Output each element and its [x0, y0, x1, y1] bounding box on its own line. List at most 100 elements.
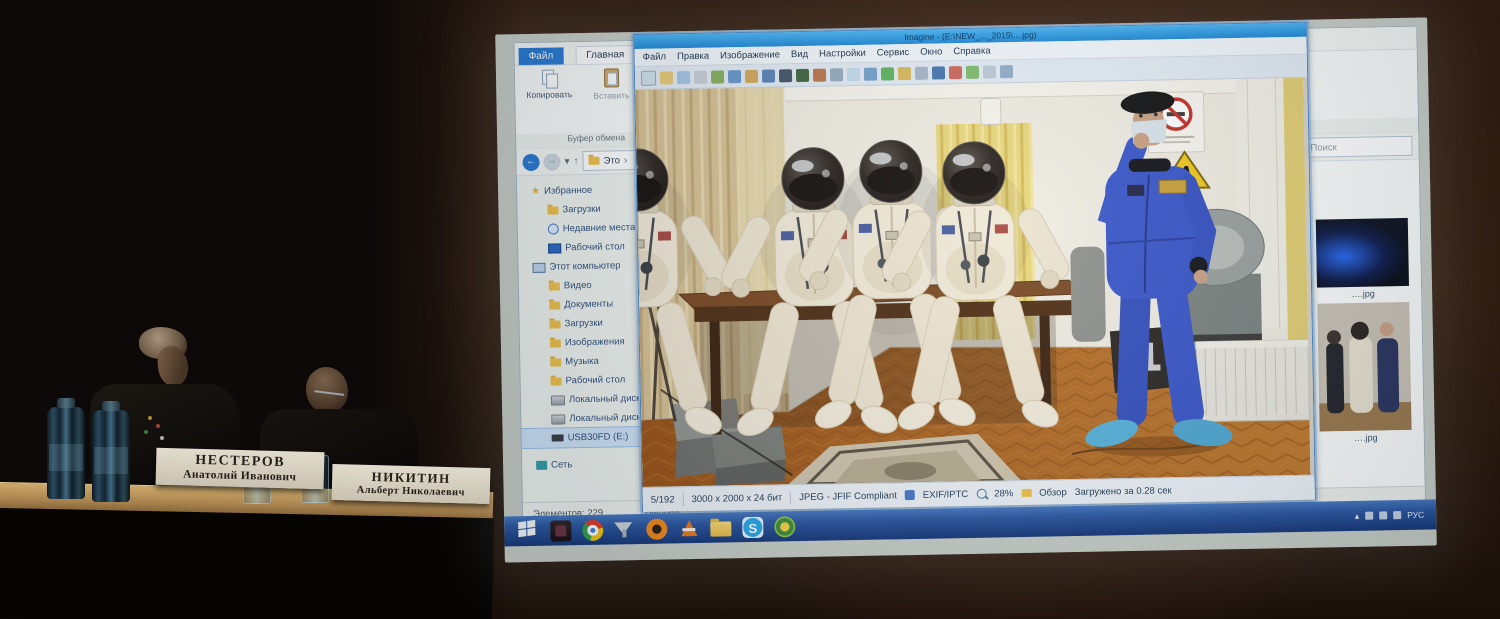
skype-icon[interactable]: [742, 516, 763, 537]
load-time: Загружено за 0.28 сек: [1075, 485, 1172, 498]
dark-app-icon[interactable]: [550, 520, 571, 541]
menu-window[interactable]: Окно: [920, 46, 942, 57]
desktop-icon: [548, 243, 561, 253]
viewer-toolbar-icon[interactable]: [830, 68, 843, 81]
divider: [682, 493, 683, 506]
zoom-level[interactable]: 28%: [994, 488, 1013, 499]
tray-expand-icon[interactable]: ▴: [1355, 510, 1360, 521]
tree-item-recent[interactable]: Недавние места: [518, 218, 636, 239]
viewer-toolbar-icon[interactable]: [694, 70, 707, 83]
menu-image[interactable]: Изображение: [720, 49, 780, 61]
file-thumbnail-dark[interactable]: [1316, 218, 1409, 288]
viewer-toolbar-icon[interactable]: [796, 68, 809, 81]
orange-circle-app-icon[interactable]: [646, 518, 667, 539]
projection-screen: Файл Главная Поде Копировать Вставить Вы: [495, 18, 1437, 563]
viewer-toolbar-icon[interactable]: [762, 69, 775, 82]
computer-icon: [532, 262, 545, 272]
browse-icon: [1021, 489, 1031, 497]
viewer-toolbar-icon[interactable]: [864, 67, 877, 80]
exif-label[interactable]: EXIF/IPTC: [923, 488, 969, 500]
tray-icon[interactable]: [1365, 512, 1373, 520]
viewer-toolbar-icon[interactable]: [711, 70, 724, 83]
back-button[interactable]: ←: [522, 153, 539, 170]
file-name[interactable]: ….jpg: [1317, 288, 1409, 302]
wall-socket: [980, 98, 1000, 124]
nameplate-nesterov: НЕСТЕРОВ Анатолий Иванович: [156, 448, 325, 489]
tree-item-documents[interactable]: Документы: [519, 294, 637, 315]
tray-icon[interactable]: [1393, 511, 1401, 519]
paste-button[interactable]: Вставить: [583, 68, 640, 133]
flower-app-icon[interactable]: [774, 516, 795, 537]
browse-label[interactable]: Обзор: [1039, 487, 1067, 499]
disk-icon: [551, 414, 565, 424]
conference-room-photo: НЕСТЕРОВ Анатолий Иванович НИКИТИН Альбе…: [0, 0, 1500, 619]
tree-item-video[interactable]: Видео: [519, 275, 637, 296]
tree-item-disk-d[interactable]: Локальный диск (D: [521, 408, 639, 429]
photo-canvas[interactable]: [635, 78, 1314, 487]
viewer-toolbar-icon[interactable]: [745, 69, 758, 82]
file-name[interactable]: ….jpg: [1320, 432, 1412, 446]
viewer-toolbar-icon[interactable]: [898, 66, 911, 79]
viewer-toolbar-icon[interactable]: [813, 68, 826, 81]
viewer-toolbar-icon[interactable]: [983, 65, 996, 78]
menu-file[interactable]: Файл: [643, 51, 667, 62]
viewer-toolbar-icon[interactable]: [847, 67, 860, 80]
medal: [160, 436, 164, 440]
viewer-toolbar-icon[interactable]: [966, 65, 979, 78]
water-bottle: [47, 407, 85, 499]
search-input[interactable]: Поиск: [1304, 136, 1412, 158]
copy-button[interactable]: Копировать: [521, 69, 578, 134]
funnel-app-icon[interactable]: [614, 519, 635, 540]
tree-item-pictures[interactable]: Изображения: [520, 332, 638, 353]
tree-item-usb-drive[interactable]: USB30FD (E:): [521, 427, 639, 448]
tab-home[interactable]: Главная: [575, 45, 635, 64]
language-indicator[interactable]: РУС: [1407, 510, 1424, 520]
vlc-cone-icon[interactable]: [678, 517, 699, 538]
folder-icon: [547, 206, 558, 214]
tree-item-favorites[interactable]: ★Избранное: [517, 180, 635, 201]
tree-item-downloads-2[interactable]: Загрузки: [519, 313, 637, 334]
start-button[interactable]: [518, 520, 539, 541]
file-thumbnail-photo[interactable]: [1317, 302, 1411, 432]
file-explorer-icon[interactable]: [710, 521, 731, 536]
viewer-toolbar-icon[interactable]: [881, 67, 894, 80]
viewer-toolbar-icon[interactable]: [932, 66, 945, 79]
paste-icon: [603, 68, 618, 87]
menu-tools[interactable]: Сервис: [877, 47, 910, 59]
armchair: [1070, 246, 1106, 342]
viewer-toolbar-icon[interactable]: [660, 71, 673, 84]
tree-item-downloads[interactable]: Загрузки: [517, 199, 635, 220]
viewer-toolbar-icon[interactable]: [677, 71, 690, 84]
tree-item-desktop[interactable]: Рабочий стол: [518, 237, 636, 258]
network-icon: [536, 461, 547, 470]
viewer-toolbar-icon[interactable]: [915, 66, 928, 79]
viewer-toolbar-icon[interactable]: [641, 70, 656, 85]
tree-item-music[interactable]: Музыка: [520, 351, 638, 372]
menu-edit[interactable]: Правка: [677, 51, 709, 63]
viewer-toolbar-icon[interactable]: [949, 66, 962, 79]
exif-icon: [905, 490, 915, 500]
tray-icon[interactable]: [1379, 511, 1387, 519]
tree-item-disk-c[interactable]: Локальный диск (C: [521, 389, 639, 410]
menu-help[interactable]: Справка: [953, 46, 990, 58]
history-chevron-icon[interactable]: ▾: [564, 156, 569, 167]
image-dimensions: 3000 x 2000 x 24 бит: [691, 492, 782, 505]
chrome-icon[interactable]: [582, 519, 603, 540]
forward-button[interactable]: →: [543, 153, 560, 170]
nameplate-firstname: Альберт Николаевич: [340, 484, 482, 499]
viewer-toolbar-icon[interactable]: [779, 69, 792, 82]
tree-item-this-pc[interactable]: Этот компьютер: [518, 256, 636, 277]
tree-item-network[interactable]: Сеть: [522, 454, 640, 475]
up-button[interactable]: ↑: [574, 156, 579, 167]
menu-settings[interactable]: Настройки: [819, 48, 866, 60]
radiator: [1196, 340, 1309, 422]
photo-spacesuits-scene: [635, 78, 1310, 487]
tab-file[interactable]: Файл: [518, 47, 563, 65]
viewer-toolbar-icon[interactable]: [728, 70, 741, 83]
menu-view[interactable]: Вид: [791, 49, 808, 60]
viewer-toolbar-icon[interactable]: [1000, 65, 1013, 78]
breadcrumb-arrow-icon: ›: [624, 155, 628, 166]
tree-item-desktop-2[interactable]: Рабочий стол: [520, 370, 638, 391]
breadcrumb[interactable]: Это: [603, 155, 620, 166]
nameplate-firstname: Анатолий Иванович: [164, 468, 316, 484]
